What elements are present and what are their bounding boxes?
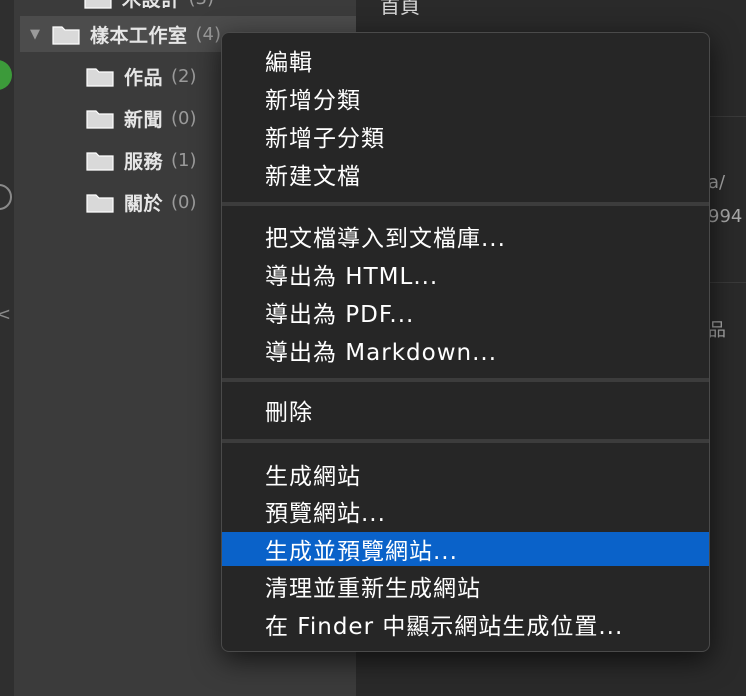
- sidebar-item-label: 新聞: [124, 108, 164, 131]
- menu-item-label: 新建文檔: [265, 164, 361, 190]
- menu-item-add-subcategory[interactable]: 新增子分類: [222, 119, 709, 153]
- menu-item-show-in-finder[interactable]: 在 Finder 中顯示網站生成位置...: [222, 607, 709, 641]
- menu-item-label: 清理並重新生成網站: [265, 576, 481, 602]
- peek-text: a/: [708, 172, 726, 193]
- folder-icon: [86, 110, 114, 129]
- menu-item-label: 生成並預覽網站...: [265, 539, 458, 565]
- sidebar-item-label: 關於: [124, 192, 164, 215]
- sidebar-item-services[interactable]: 服務 (1): [86, 142, 197, 178]
- menu-item-delete[interactable]: 刪除: [222, 393, 709, 427]
- menu-item-add-category[interactable]: 新增分類: [222, 81, 709, 115]
- disclosure-triangle-icon[interactable]: ▼: [26, 27, 44, 42]
- menu-item-label: 刪除: [265, 400, 313, 426]
- folder-icon: [86, 152, 114, 171]
- menu-item-generate-and-preview-site[interactable]: 生成並預覽網站...: [222, 532, 709, 566]
- sidebar-item-count: (0): [171, 107, 197, 129]
- menu-item-label: 編輯: [265, 50, 313, 76]
- sidebar-item-label: 木設計: [122, 0, 181, 12]
- menu-item-label: 導出為 PDF...: [265, 302, 415, 328]
- menu-item-export-markdown[interactable]: 導出為 Markdown...: [222, 333, 709, 367]
- menu-item-label: 新增子分類: [265, 126, 385, 152]
- menu-item-new-document[interactable]: 新建文檔: [222, 157, 709, 191]
- folder-icon: [86, 68, 114, 87]
- sidebar-item-label: 樣本工作室: [90, 24, 188, 47]
- sidebar-item-count: (4): [195, 23, 222, 45]
- sidebar-item-partial[interactable]: 木設計 (3): [84, 0, 214, 16]
- sidebar-item-count: (2): [171, 65, 197, 87]
- menu-item-label: 導出為 Markdown...: [265, 340, 498, 366]
- menu-item-label: 在 Finder 中顯示網站生成位置...: [265, 614, 624, 640]
- peek-text: 994: [708, 206, 743, 227]
- menu-item-label: 預覽網站...: [265, 501, 386, 527]
- sidebar-item-news[interactable]: 新聞 (0): [86, 100, 197, 136]
- menu-item-import-documents[interactable]: 把文檔導入到文檔庫...: [222, 219, 709, 253]
- menu-separator: [222, 439, 709, 443]
- folder-icon: [84, 0, 112, 9]
- menu-item-label: 新增分類: [265, 88, 361, 114]
- sidebar-item-count: (3): [189, 0, 215, 9]
- menu-item-label: 導出為 HTML...: [265, 264, 439, 290]
- user-icon[interactable]: [0, 184, 12, 210]
- chevron-left-icon[interactable]: <: [0, 304, 11, 325]
- menu-item-generate-site[interactable]: 生成網站: [222, 457, 709, 491]
- context-menu: 編輯 新增分類 新增子分類 新建文檔 把文檔導入到文檔庫... 導出為 HTML…: [221, 32, 710, 652]
- menu-item-label: 生成網站: [265, 464, 361, 490]
- folder-icon: [52, 26, 80, 45]
- menu-item-clean-and-regenerate-site[interactable]: 清理並重新生成網站: [222, 569, 709, 603]
- activity-strip: <: [0, 0, 15, 696]
- menu-item-preview-site[interactable]: 預覽網站...: [222, 494, 709, 528]
- menu-item-label: 把文檔導入到文檔庫...: [265, 226, 506, 252]
- sidebar-item-label: 作品: [124, 66, 164, 89]
- menu-separator: [222, 378, 709, 382]
- page-title: 首頁: [380, 0, 420, 18]
- menu-separator: [222, 202, 709, 206]
- sidebar-item-count: (1): [171, 149, 197, 171]
- status-dot-icon[interactable]: [0, 60, 12, 90]
- peek-text: 品: [708, 320, 726, 341]
- sidebar-item-about[interactable]: 關於 (0): [86, 184, 197, 220]
- folder-icon: [86, 194, 114, 213]
- sidebar-item-works[interactable]: 作品 (2): [86, 58, 197, 94]
- sidebar-item-label: 服務: [124, 150, 164, 173]
- menu-item-edit[interactable]: 編輯: [222, 43, 709, 77]
- sidebar-item-count: (0): [171, 191, 197, 213]
- menu-item-export-html[interactable]: 導出為 HTML...: [222, 257, 709, 291]
- menu-item-export-pdf[interactable]: 導出為 PDF...: [222, 295, 709, 329]
